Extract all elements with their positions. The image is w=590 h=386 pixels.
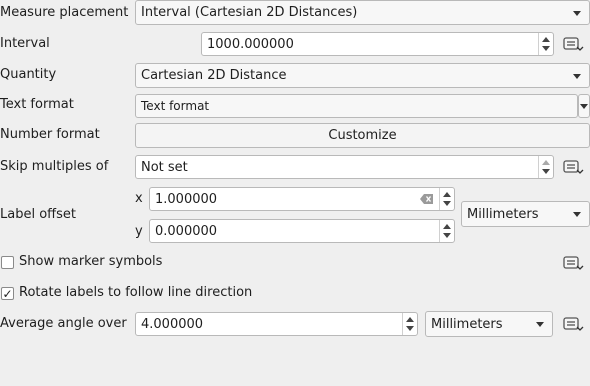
text-format-button[interactable]: Text format bbox=[135, 94, 578, 118]
interval-label: Interval bbox=[0, 36, 50, 51]
spin-up-icon[interactable] bbox=[542, 37, 550, 42]
chevron-down-icon bbox=[580, 104, 588, 109]
quantity-label: Quantity bbox=[0, 67, 57, 82]
skip-multiples-spin-buttons[interactable] bbox=[538, 156, 553, 178]
average-angle-unit-value: Millimeters bbox=[431, 316, 503, 332]
label-offset-label: Label offset bbox=[0, 207, 76, 222]
offset-unit-combo[interactable]: Millimeters bbox=[461, 201, 590, 227]
spin-down-icon[interactable] bbox=[443, 201, 451, 206]
average-angle-spin-buttons[interactable] bbox=[402, 313, 417, 335]
spin-down-icon[interactable] bbox=[443, 233, 451, 238]
customize-button[interactable]: Customize bbox=[135, 123, 590, 148]
clear-icon[interactable] bbox=[420, 193, 434, 209]
rotate-labels-checkbox[interactable]: ✓ bbox=[1, 287, 14, 300]
show-marker-symbols-label: Show marker symbols bbox=[19, 254, 163, 269]
skip-multiples-value: Not set bbox=[141, 159, 188, 175]
offset-y-spin-buttons[interactable] bbox=[439, 220, 454, 242]
average-angle-spinbox[interactable]: 4.000000 bbox=[135, 312, 418, 336]
skip-multiples-spinbox[interactable]: Not set bbox=[135, 155, 554, 179]
quantity-value: Cartesian 2D Distance bbox=[141, 68, 287, 83]
spin-up-icon[interactable] bbox=[443, 192, 451, 197]
data-defined-override-icon[interactable] bbox=[562, 315, 584, 337]
interval-spinbox[interactable]: 1000.000000 bbox=[201, 32, 554, 56]
data-defined-override-icon[interactable] bbox=[562, 158, 584, 180]
spin-up-icon[interactable] bbox=[443, 224, 451, 229]
offset-y-spinbox[interactable]: 0.000000 bbox=[149, 219, 455, 243]
interval-spin-buttons[interactable] bbox=[538, 33, 553, 55]
skip-multiples-label: Skip multiples of bbox=[0, 159, 109, 174]
chevron-down-icon bbox=[573, 73, 581, 79]
offset-y-label: y bbox=[135, 224, 143, 239]
offset-x-spinbox[interactable]: 1.000000 bbox=[149, 187, 455, 211]
spin-up-icon[interactable] bbox=[542, 160, 550, 165]
text-format-label: Text format bbox=[0, 97, 74, 112]
offset-x-spin-buttons[interactable] bbox=[439, 188, 454, 210]
chevron-down-icon bbox=[573, 212, 581, 217]
chevron-down-icon bbox=[536, 322, 544, 327]
interval-value: 1000.000000 bbox=[207, 36, 294, 52]
number-format-label: Number format bbox=[0, 127, 100, 142]
data-defined-override-icon[interactable] bbox=[562, 254, 584, 276]
text-format-menu-button[interactable] bbox=[578, 94, 590, 118]
offset-unit-value: Millimeters bbox=[467, 206, 539, 222]
spin-down-icon[interactable] bbox=[406, 326, 414, 331]
text-format-value: Text format bbox=[141, 99, 210, 113]
spin-down-icon[interactable] bbox=[542, 169, 550, 174]
measure-placement-label: Measure placement bbox=[0, 5, 129, 20]
check-mark-icon: ✓ bbox=[2, 286, 13, 301]
data-defined-override-icon[interactable] bbox=[562, 35, 584, 57]
average-angle-unit-combo[interactable]: Millimeters bbox=[425, 311, 553, 337]
average-angle-value: 4.000000 bbox=[141, 316, 204, 332]
spin-up-icon[interactable] bbox=[406, 317, 414, 322]
offset-x-value: 1.000000 bbox=[155, 191, 218, 207]
average-angle-label: Average angle over bbox=[0, 316, 127, 331]
quantity-combo[interactable]: Cartesian 2D Distance bbox=[135, 63, 590, 88]
chevron-down-icon bbox=[573, 10, 581, 16]
rotate-labels-label: Rotate labels to follow line direction bbox=[19, 285, 253, 300]
show-marker-symbols-checkbox[interactable] bbox=[1, 256, 14, 269]
measure-placement-value: Interval (Cartesian 2D Distances) bbox=[141, 5, 358, 20]
offset-x-label: x bbox=[135, 191, 143, 206]
spin-down-icon[interactable] bbox=[542, 46, 550, 51]
offset-y-value: 0.000000 bbox=[155, 223, 218, 239]
measure-placement-combo[interactable]: Interval (Cartesian 2D Distances) bbox=[135, 0, 590, 25]
